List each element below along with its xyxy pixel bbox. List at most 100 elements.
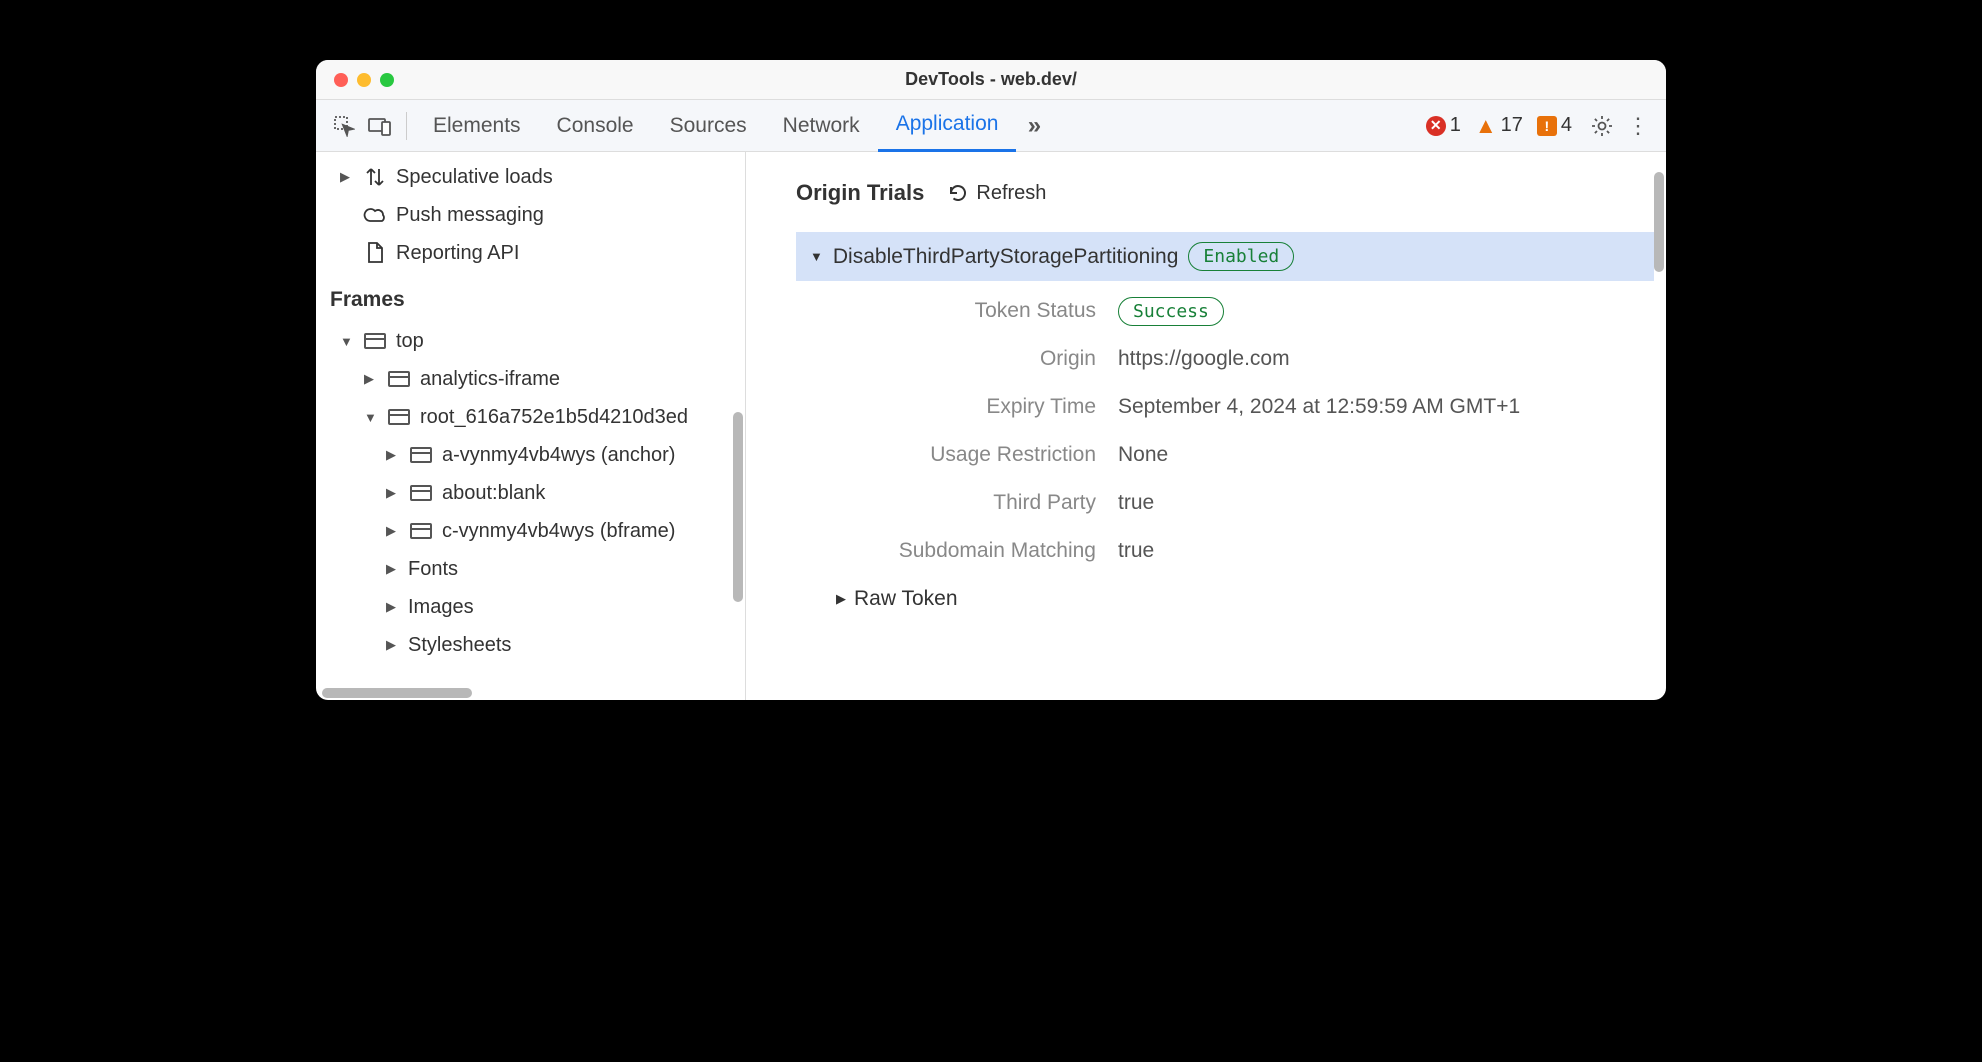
frame-icon xyxy=(408,447,434,463)
trial-status-badge: Enabled xyxy=(1188,242,1294,271)
tab-network[interactable]: Network xyxy=(765,100,878,152)
sidebar: ▶ Speculative loads xyxy=(316,152,746,700)
frame-top[interactable]: ▼ top xyxy=(316,322,745,360)
trial-details: Token Status Success Origin https://goog… xyxy=(796,299,1666,563)
frame-label: Fonts xyxy=(408,558,458,581)
raw-token-row[interactable]: ▶ Raw Token xyxy=(796,587,1666,611)
chevron-right-icon: ▶ xyxy=(836,591,846,607)
tab-console[interactable]: Console xyxy=(539,100,652,152)
frame-label: about:blank xyxy=(442,482,545,505)
frame-label: analytics-iframe xyxy=(420,368,560,391)
main-heading: Origin Trials xyxy=(796,180,924,206)
warning-count-value: 17 xyxy=(1501,114,1523,137)
issue-icon: ! xyxy=(1537,116,1557,136)
trial-row[interactable]: ▼ DisableThirdPartyStoragePartitioning E… xyxy=(796,232,1654,281)
frame-label: top xyxy=(396,330,424,353)
chevron-right-icon: ▶ xyxy=(386,485,400,501)
detail-label: Subdomain Matching xyxy=(796,539,1096,563)
chevron-right-icon: ▶ xyxy=(386,637,400,653)
toolbar: Elements Console Sources Network Applica… xyxy=(316,100,1666,152)
sidebar-item-label: Push messaging xyxy=(396,204,544,227)
detail-label: Token Status xyxy=(796,299,1096,323)
frame-analytics-iframe[interactable]: ▶ analytics-iframe xyxy=(316,360,745,398)
sidebar-item-speculative-loads[interactable]: ▶ Speculative loads xyxy=(316,158,745,196)
frame-bframe[interactable]: ▶ c-vynmy4vb4wys (bframe) xyxy=(316,512,745,550)
error-count-value: 1 xyxy=(1450,114,1461,137)
inspect-icon[interactable] xyxy=(326,108,362,144)
sidebar-item-label: Reporting API xyxy=(396,242,519,265)
detail-value: Success xyxy=(1118,299,1636,323)
detail-label: Origin xyxy=(796,347,1096,371)
tab-application[interactable]: Application xyxy=(878,100,1017,152)
chevron-right-icon: ▶ xyxy=(364,371,378,387)
detail-value: true xyxy=(1118,539,1636,563)
frame-anchor[interactable]: ▶ a-vynmy4vb4wys (anchor) xyxy=(316,436,745,474)
frames-header: Frames xyxy=(316,272,745,322)
refresh-icon xyxy=(948,183,968,203)
sidebar-scrollbar-v[interactable] xyxy=(733,412,743,602)
detail-label: Usage Restriction xyxy=(796,443,1096,467)
warning-count[interactable]: ▲ 17 xyxy=(1471,113,1527,139)
frame-icon xyxy=(408,485,434,501)
sidebar-item-label: Speculative loads xyxy=(396,166,553,189)
frame-icon xyxy=(386,371,412,387)
main-panel: Origin Trials Refresh ▼ DisableThirdPart… xyxy=(746,152,1666,700)
raw-token-label: Raw Token xyxy=(854,587,958,611)
detail-label: Third Party xyxy=(796,491,1096,515)
frame-label: Images xyxy=(408,596,474,619)
titlebar: DevTools - web.dev/ xyxy=(316,60,1666,100)
refresh-label: Refresh xyxy=(976,182,1046,205)
chevron-right-icon: ▶ xyxy=(386,523,400,539)
chevron-right-icon: ▶ xyxy=(340,169,354,185)
frame-icon xyxy=(408,523,434,539)
speculative-loads-icon xyxy=(362,166,388,188)
more-tabs-icon[interactable]: » xyxy=(1016,108,1052,144)
chevron-down-icon: ▼ xyxy=(364,410,378,425)
chevron-down-icon: ▼ xyxy=(340,334,354,349)
frame-stylesheets[interactable]: ▶ Stylesheets xyxy=(316,626,745,664)
kebab-menu-icon[interactable]: ⋮ xyxy=(1620,108,1656,144)
frame-fonts[interactable]: ▶ Fonts xyxy=(316,550,745,588)
frame-about-blank[interactable]: ▶ about:blank xyxy=(316,474,745,512)
frame-label: Stylesheets xyxy=(408,634,511,657)
detail-label: Expiry Time xyxy=(796,395,1096,419)
main-header: Origin Trials Refresh xyxy=(796,180,1666,206)
frame-root[interactable]: ▼ root_616a752e1b5d4210d3ed xyxy=(316,398,745,436)
token-status-badge: Success xyxy=(1118,297,1224,326)
settings-icon[interactable] xyxy=(1584,108,1620,144)
status-group[interactable]: ✕ 1 ▲ 17 ! 4 xyxy=(1422,113,1576,139)
frame-label: c-vynmy4vb4wys (bframe) xyxy=(442,520,675,543)
maximize-button[interactable] xyxy=(380,73,394,87)
issue-count-value: 4 xyxy=(1561,114,1572,137)
separator xyxy=(406,112,407,140)
content: ▶ Speculative loads xyxy=(316,152,1666,700)
frame-images[interactable]: ▶ Images xyxy=(316,588,745,626)
frame-label: a-vynmy4vb4wys (anchor) xyxy=(442,444,675,467)
detail-value: https://google.com xyxy=(1118,347,1636,371)
frame-icon xyxy=(362,333,388,349)
chevron-down-icon: ▼ xyxy=(810,249,823,264)
tab-elements[interactable]: Elements xyxy=(415,100,539,152)
window-title: DevTools - web.dev/ xyxy=(316,69,1666,90)
chevron-right-icon: ▶ xyxy=(386,447,400,463)
detail-value: September 4, 2024 at 12:59:59 AM GMT+1 xyxy=(1118,395,1636,419)
close-button[interactable] xyxy=(334,73,348,87)
minimize-button[interactable] xyxy=(357,73,371,87)
document-icon xyxy=(362,241,388,265)
main-scrollbar-v[interactable] xyxy=(1654,172,1664,272)
detail-value: None xyxy=(1118,443,1636,467)
traffic-lights xyxy=(316,73,394,87)
refresh-button[interactable]: Refresh xyxy=(948,182,1046,205)
devtools-window: DevTools - web.dev/ Elements Console Sou… xyxy=(316,60,1666,700)
trial-name: DisableThirdPartyStoragePartitioning xyxy=(833,245,1179,269)
issue-count[interactable]: ! 4 xyxy=(1533,114,1576,137)
warning-icon: ▲ xyxy=(1475,113,1497,139)
tab-sources[interactable]: Sources xyxy=(652,100,765,152)
sidebar-item-push-messaging[interactable]: Push messaging xyxy=(316,196,745,234)
frame-icon xyxy=(386,409,412,425)
device-toggle-icon[interactable] xyxy=(362,108,398,144)
sidebar-item-reporting-api[interactable]: Reporting API xyxy=(316,234,745,272)
error-count[interactable]: ✕ 1 xyxy=(1422,114,1465,137)
sidebar-scrollbar-h[interactable] xyxy=(322,688,472,698)
chevron-right-icon: ▶ xyxy=(386,599,400,615)
